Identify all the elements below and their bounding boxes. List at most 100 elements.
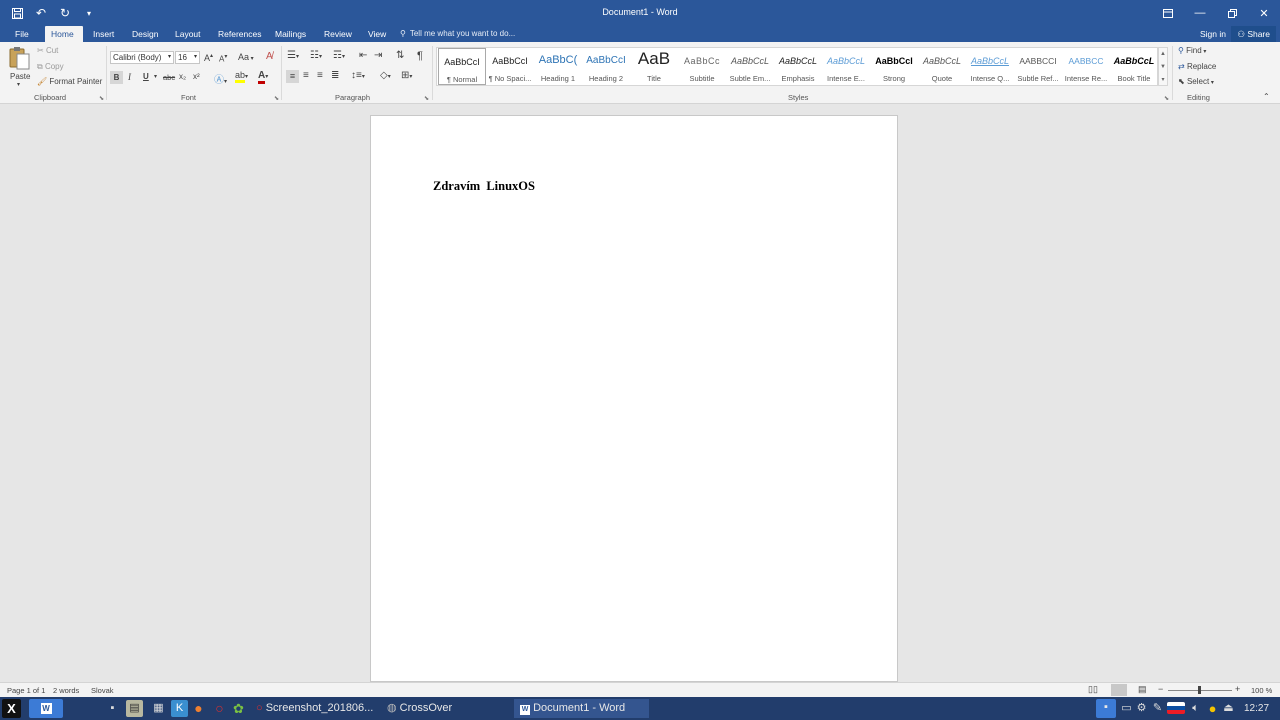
show-hide-marks-button[interactable]: ¶ <box>417 50 423 62</box>
zoom-out-icon[interactable]: − <box>1158 684 1163 694</box>
task-screenshot[interactable]: ○ Screenshot_201806... <box>250 699 382 718</box>
align-center-icon[interactable]: ≡ <box>303 70 309 81</box>
clipboard-launcher-icon[interactable]: ⬊ <box>99 95 104 102</box>
start-menu-icon[interactable]: X <box>2 699 21 718</box>
style-emphasis[interactable]: AaBbCcL Emphasis <box>774 48 822 85</box>
task-crossover[interactable]: ◍ CrossOver <box>381 699 511 718</box>
styles-launcher-icon[interactable]: ⬊ <box>1164 95 1169 102</box>
align-right-icon[interactable]: ≡ <box>317 70 323 81</box>
select-button[interactable]: ⬉ Select ▾ <box>1178 77 1214 86</box>
style-title[interactable]: AaB Title <box>630 48 678 85</box>
superscript-button[interactable]: x² <box>193 72 200 81</box>
text-effects-icon[interactable]: Ⓐ▾ <box>214 71 227 86</box>
paste-dropdown-icon[interactable]: ▾ <box>17 81 20 88</box>
font-name-combo[interactable]: Calibri (Body) ▾ <box>110 51 174 64</box>
multilevel-list-icon[interactable]: ☶▾ <box>333 50 345 61</box>
paste-button[interactable]: Paste ▾ <box>6 46 32 90</box>
strikethrough-button[interactable]: abc <box>163 73 175 82</box>
cut-button[interactable]: ✂ Cut <box>37 46 58 55</box>
tab-file[interactable]: File <box>9 26 35 42</box>
network-icon[interactable]: ⚙ <box>1133 700 1150 717</box>
shading-icon[interactable]: ◇▾ <box>380 70 391 81</box>
chevron-up-icon[interactable]: ▲ <box>1159 48 1167 61</box>
tab-design[interactable]: Design <box>126 26 164 42</box>
align-left-icon[interactable]: ≡ <box>286 70 299 83</box>
borders-icon[interactable]: ⊞▾ <box>401 70 412 81</box>
format-painter-button[interactable]: 🖌︎ Format Painter <box>37 77 102 86</box>
desktop-pager-icon[interactable]: ▪ <box>1096 699 1116 718</box>
paragraph-launcher-icon[interactable]: ⬊ <box>424 95 429 102</box>
style-strong[interactable]: AaBbCcl Strong <box>870 48 918 85</box>
tab-review[interactable]: Review <box>318 26 358 42</box>
style-intense-emphasis[interactable]: AaBbCcL Intense E... <box>822 48 870 85</box>
subscript-button[interactable]: x₂ <box>179 72 186 81</box>
italic-button[interactable]: I <box>128 72 131 82</box>
style-quote[interactable]: AaBbCcL Quote <box>918 48 966 85</box>
language-indicator[interactable]: Slovak <box>91 686 114 695</box>
page-count[interactable]: Page 1 of 1 <box>7 686 45 695</box>
tab-insert[interactable]: Insert <box>87 26 120 42</box>
grow-font-button[interactable]: A▴ <box>204 52 213 63</box>
pinwheel-icon[interactable]: ✿ <box>230 700 247 717</box>
restore-button[interactable] <box>1216 0 1248 26</box>
document-page[interactable]: Zdravím LinuxOS <box>370 115 898 682</box>
style-intense-reference[interactable]: AABBCC Intense Re... <box>1062 48 1110 85</box>
web-layout-icon[interactable]: ▤ <box>1138 684 1147 695</box>
clear-formatting-icon[interactable]: A̸ <box>266 51 273 62</box>
tab-home[interactable]: Home <box>45 26 83 42</box>
replace-button[interactable]: ⇄ Replace <box>1178 62 1216 71</box>
minimize-button[interactable]: — <box>1184 0 1216 26</box>
terminal-icon[interactable]: ▪ <box>104 700 121 717</box>
kde-icon[interactable]: K <box>171 700 188 717</box>
tab-mailings[interactable]: Mailings <box>269 26 312 42</box>
styles-gallery-scroll[interactable]: ▲ ▼ ▾ <box>1158 47 1168 86</box>
task-word[interactable]: W Document1 - Word <box>514 699 649 718</box>
style-subtitle[interactable]: AaBbCc Subtitle <box>678 48 726 85</box>
font-size-combo[interactable]: 16 ▾ <box>175 51 200 64</box>
qat-customize-icon[interactable]: ▾ <box>80 4 98 22</box>
word-count[interactable]: 2 words <box>53 686 79 695</box>
find-button[interactable]: ⚲ Find ▾ <box>1178 46 1206 55</box>
read-mode-icon[interactable]: ▯▯ <box>1088 684 1098 695</box>
font-color-button[interactable]: A▾ <box>258 70 268 84</box>
underline-button[interactable]: U <box>143 72 149 81</box>
justify-icon[interactable]: ≣ <box>331 70 339 81</box>
zoom-level[interactable]: 100 % <box>1251 686 1272 695</box>
more-icon[interactable]: ▾ <box>1159 74 1167 87</box>
highlight-button[interactable]: ab▾ <box>235 70 248 83</box>
zoom-in-icon[interactable]: + <box>1235 684 1240 694</box>
ribbon-display-options-icon[interactable] <box>1152 0 1184 26</box>
sort-icon[interactable]: ⇅ <box>396 50 404 61</box>
style-heading-1[interactable]: AaBbC(Heading 1 <box>534 48 582 85</box>
shrink-font-button[interactable]: A▾ <box>219 53 227 64</box>
line-spacing-icon[interactable]: ↕≡▾ <box>351 70 365 81</box>
print-layout-icon[interactable] <box>1111 684 1127 696</box>
volume-icon[interactable]: 🔈︎ <box>1187 700 1204 717</box>
style-normal[interactable]: AaBbCcI ¶ Normal <box>438 48 486 85</box>
numbering-icon[interactable]: ☷▾ <box>310 50 322 61</box>
style-subtle-reference[interactable]: AABBCCI Subtle Ref... <box>1014 48 1062 85</box>
opera-icon[interactable]: ○ <box>211 700 228 717</box>
bold-button[interactable]: B <box>110 71 123 84</box>
decrease-indent-icon[interactable]: ⇤ <box>359 50 367 61</box>
share-button[interactable]: ⚇ Share <box>1231 26 1276 42</box>
close-button[interactable]: ✕ <box>1248 0 1280 26</box>
clipboard-tray-icon[interactable]: ✎ <box>1149 700 1166 717</box>
undo-icon[interactable]: ↶ <box>32 4 50 22</box>
style-no-spacing[interactable]: AaBbCcI ¶ No Spaci... <box>486 48 534 85</box>
copy-button[interactable]: ⧉ Copy <box>37 62 64 72</box>
font-launcher-icon[interactable]: ⬊ <box>274 95 279 102</box>
firefox-icon[interactable]: ● <box>190 700 207 717</box>
zoom-slider-thumb[interactable] <box>1198 686 1201 694</box>
updates-icon[interactable]: ● <box>1204 700 1221 717</box>
style-book-title[interactable]: AaBbCcL Book Title <box>1110 48 1158 85</box>
chevron-down-icon[interactable]: ▼ <box>1159 61 1167 74</box>
clock[interactable]: 12:27 <box>1244 699 1269 718</box>
keyboard-layout-flag-icon[interactable] <box>1167 702 1185 714</box>
tab-view[interactable]: View <box>362 26 392 42</box>
save-icon[interactable] <box>8 4 26 22</box>
change-case-button[interactable]: Aa ▾ <box>238 52 254 62</box>
style-subtle-emphasis[interactable]: AaBbCcL Subtle Em... <box>726 48 774 85</box>
underline-dropdown-icon[interactable]: ▾ <box>154 73 157 80</box>
redo-icon[interactable]: ↻ <box>56 4 74 22</box>
